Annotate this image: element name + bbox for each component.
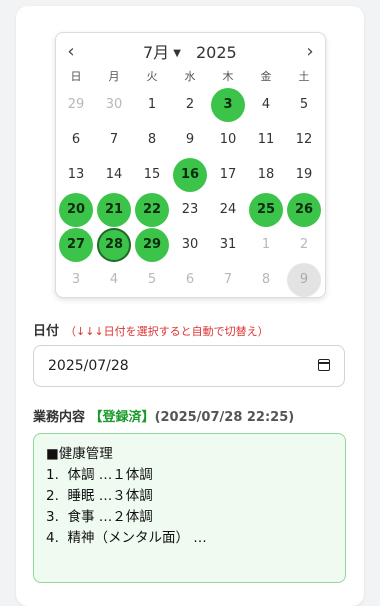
calendar-day[interactable]: 15 <box>135 158 169 192</box>
calendar-day[interactable]: 1 <box>249 228 283 262</box>
calendar-day[interactable]: 8 <box>135 123 169 157</box>
date-label-text: 日付 <box>33 324 60 339</box>
work-label-text: 業務内容 <box>33 410 86 425</box>
calendar-day[interactable]: 6 <box>173 263 207 297</box>
next-month-button[interactable]: › <box>298 41 322 65</box>
work-line: 2. 睡眠 …３体調 <box>46 488 153 504</box>
calendar-day[interactable]: 10 <box>211 123 245 157</box>
calendar-header: ‹ 7月 ▼ 2025 › <box>56 41 325 65</box>
calendar-day[interactable]: 18 <box>249 158 283 192</box>
registered-day[interactable]: 26 <box>287 193 321 227</box>
registered-day[interactable]: 27 <box>59 228 93 262</box>
calendar-day[interactable]: 9 <box>173 123 207 157</box>
weekday-label: 土 <box>298 70 310 83</box>
calendar-day[interactable]: 8 <box>249 263 283 297</box>
date-picker-popup: ‹ 7月 ▼ 2025 › 日月火水木金土 29 30 1 2 3 4 5 6 7 8 9 10 11 12… <box>55 32 326 298</box>
calendar-day[interactable]: 3 <box>59 263 93 297</box>
calendar-day[interactable]: 12 <box>287 123 321 157</box>
calendar-day[interactable]: 17 <box>211 158 245 192</box>
calendar-day[interactable]: 2 <box>173 88 207 122</box>
chevron-down-icon: ▼ <box>173 48 181 59</box>
calendar-day[interactable]: 6 <box>59 123 93 157</box>
calendar-day[interactable]: 2 <box>287 228 321 262</box>
date-label: 日付 （↓↓↓日付を選択すると自動で切替え） <box>33 320 269 339</box>
weekday-label: 金 <box>260 70 272 83</box>
weekday-label: 月 <box>108 70 120 83</box>
calendar-day[interactable]: 5 <box>135 263 169 297</box>
calendar-day[interactable]: 11 <box>249 123 283 157</box>
weekday-label: 木 <box>222 70 234 83</box>
calendar-day[interactable]: 23 <box>173 193 207 227</box>
date-input-value: 2025/07/28 <box>48 358 129 374</box>
calendar-day[interactable]: 4 <box>97 263 131 297</box>
weekday-header-row: 日月火水木金土 <box>56 68 325 84</box>
calendar-day[interactable]: 7 <box>211 263 245 297</box>
date-input[interactable]: 2025/07/28 <box>33 345 345 387</box>
date-hint: （↓↓↓日付を選択すると自動で切替え） <box>65 325 269 338</box>
calendar-day[interactable]: 29 <box>59 88 93 122</box>
registered-day[interactable]: 25 <box>249 193 283 227</box>
work-content-textarea[interactable]: ■健康管理 1. 体調 …１体調 2. 睡眠 …３体調 3. 食事 …２体調 4… <box>33 433 346 583</box>
registered-day[interactable]: 22 <box>135 193 169 227</box>
month-select[interactable]: 7月 ▼ <box>143 41 181 65</box>
calendar-icon[interactable] <box>318 359 330 371</box>
work-line: 4. 精神（メンタル面） … <box>46 530 207 546</box>
today-day[interactable]: 9 <box>287 263 321 297</box>
registered-day[interactable]: 29 <box>135 228 169 262</box>
calendar-day[interactable]: 30 <box>173 228 207 262</box>
calendar-day[interactable]: 5 <box>287 88 321 122</box>
work-line: ■健康管理 <box>46 446 113 462</box>
registered-day[interactable]: 16 <box>173 158 207 192</box>
month-select-label: 7月 <box>143 43 170 62</box>
work-label: 業務内容 【登録済】(2025/07/28 22:25) <box>33 406 294 425</box>
weekday-label: 水 <box>184 70 196 83</box>
registered-day[interactable]: 21 <box>97 193 131 227</box>
calendar-day[interactable]: 13 <box>59 158 93 192</box>
selected-day[interactable]: 28 <box>97 228 131 262</box>
registered-timestamp: (2025/07/28 22:25) <box>154 410 295 425</box>
calendar-day[interactable]: 24 <box>211 193 245 227</box>
work-line: 3. 食事 …２体調 <box>46 509 153 525</box>
calendar-day[interactable]: 30 <box>97 88 131 122</box>
calendar-day[interactable]: 19 <box>287 158 321 192</box>
calendar-day[interactable]: 7 <box>97 123 131 157</box>
calendar-day[interactable]: 31 <box>211 228 245 262</box>
registered-day[interactable]: 3 <box>211 88 245 122</box>
calendar-day[interactable]: 1 <box>135 88 169 122</box>
weekday-label: 火 <box>146 70 158 83</box>
work-line: 1. 体調 …１体調 <box>46 467 153 483</box>
registered-status: 【登録済】 <box>89 410 155 425</box>
calendar-day[interactable]: 4 <box>249 88 283 122</box>
registered-day[interactable]: 20 <box>59 193 93 227</box>
weekday-label: 日 <box>70 70 82 83</box>
calendar-day[interactable]: 14 <box>97 158 131 192</box>
prev-month-button[interactable]: ‹ <box>59 41 83 65</box>
year-field[interactable]: 2025 <box>196 41 237 65</box>
